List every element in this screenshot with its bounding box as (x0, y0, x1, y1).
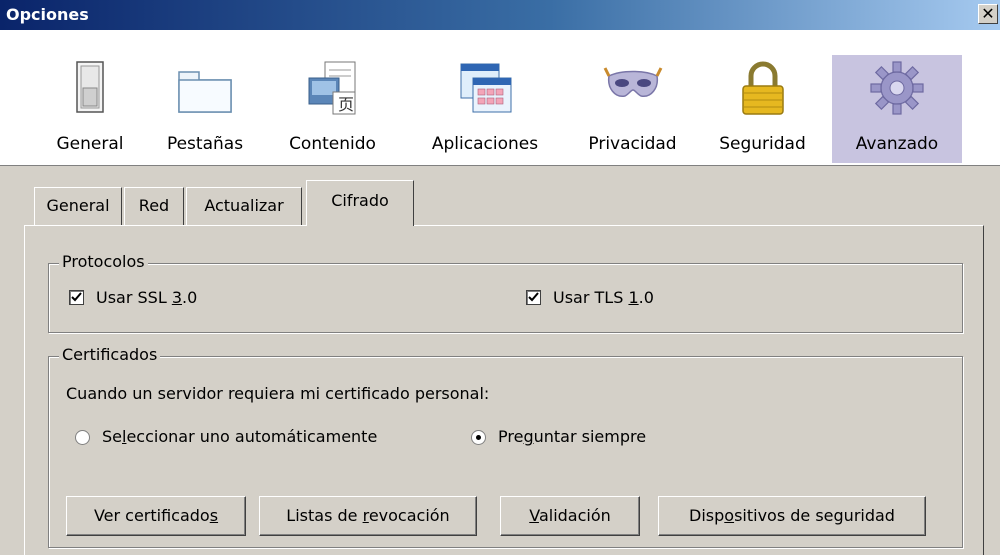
padlock-icon (741, 61, 784, 115)
switch-icon (76, 61, 104, 113)
tab-actualizar-label: Actualizar (204, 196, 284, 215)
close-button[interactable]: ✕ (978, 4, 998, 24)
pane-apps[interactable]: Aplicaciones (410, 30, 560, 165)
cert-prompt: Cuando un servidor requiera mi certifica… (66, 384, 490, 403)
calendar-window-icon (460, 63, 512, 113)
svg-text:页: 页 (338, 95, 354, 114)
security-devices-button[interactable]: Dispositivos de seguridad (658, 496, 926, 536)
ssl-checkbox[interactable] (69, 290, 84, 305)
title-bar[interactable]: Opciones ✕ (0, 0, 1000, 30)
tab-actualizar[interactable]: Actualizar (186, 187, 302, 225)
gear-icon (870, 61, 924, 115)
tab-general-label: General (46, 196, 110, 215)
check-icon (528, 292, 539, 302)
revocation-lists-button[interactable]: Listas de revocación (259, 496, 477, 536)
pane-label-security: Seguridad (719, 134, 806, 154)
pane-label-tabs: Pestañas (166, 134, 244, 154)
pane-tabs[interactable]: Pestañas (150, 30, 260, 165)
ssl-label[interactable]: Usar SSL 3.0 (96, 288, 197, 307)
tls-label[interactable]: Usar TLS 1.0 (553, 288, 654, 307)
check-icon (71, 292, 82, 302)
content-icon: 页 (308, 61, 355, 115)
protocols-legend: Protocolos (59, 252, 148, 271)
ask-always-label[interactable]: Preguntar siempre (498, 427, 646, 446)
auto-select-radio[interactable] (75, 430, 90, 445)
pane-advanced[interactable]: Avanzado (832, 55, 962, 163)
mask-icon (603, 67, 662, 97)
tab-cifrado[interactable]: Cifrado (306, 180, 414, 226)
pane-content[interactable]: 页 Contenido (275, 30, 390, 165)
ask-always-radio[interactable] (471, 430, 486, 445)
view-certificates-button[interactable]: Ver certificados (66, 496, 246, 536)
certificates-legend: Certificados (59, 345, 161, 364)
pane-security[interactable]: Seguridad (705, 30, 820, 165)
pane-label-content: Contenido (289, 134, 376, 154)
options-window: Opciones ✕ General Pestañas 页 Contenido (0, 0, 1000, 555)
close-icon: ✕ (981, 4, 995, 23)
validation-button[interactable]: Validación (500, 496, 640, 536)
pane-label-privacy: Privacidad (588, 134, 677, 154)
pane-label-advanced: Avanzado (855, 134, 939, 154)
tab-red-label: Red (138, 196, 170, 215)
tab-general[interactable]: General (34, 187, 122, 225)
tab-cifrado-label: Cifrado (331, 191, 389, 210)
folder-tab-icon (178, 71, 232, 113)
pane-label-general: General (56, 134, 124, 154)
pane-label-apps: Aplicaciones (431, 134, 539, 154)
auto-select-label[interactable]: Seleccionar uno automáticamente (102, 427, 377, 446)
tls-checkbox[interactable] (526, 290, 541, 305)
window-title: Opciones (6, 5, 89, 24)
tab-red[interactable]: Red (124, 187, 184, 225)
pane-privacy[interactable]: Privacidad (570, 30, 695, 165)
pane-general[interactable]: General (40, 30, 140, 165)
